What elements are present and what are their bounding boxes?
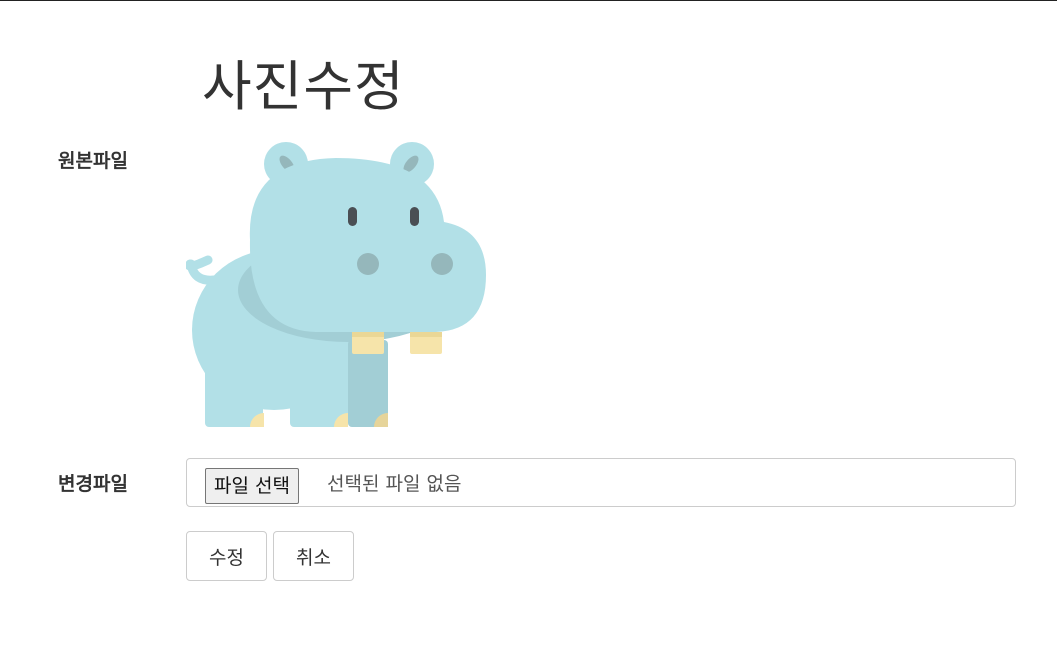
hippo-image bbox=[184, 142, 486, 427]
file-status-text: 선택된 파일 없음 bbox=[327, 473, 462, 495]
change-file-label: 변경파일 bbox=[58, 473, 128, 495]
original-file-label: 원본파일 bbox=[58, 150, 128, 172]
top-border bbox=[0, 0, 1057, 1]
file-input[interactable]: 파일 선택 선택된 파일 없음 bbox=[186, 458, 1016, 507]
page-title: 사진수정 bbox=[202, 55, 405, 118]
submit-button[interactable]: 수정 bbox=[186, 531, 267, 581]
original-image-preview bbox=[184, 140, 490, 430]
choose-file-button[interactable]: 파일 선택 bbox=[205, 468, 299, 504]
cancel-button[interactable]: 취소 bbox=[273, 531, 354, 581]
